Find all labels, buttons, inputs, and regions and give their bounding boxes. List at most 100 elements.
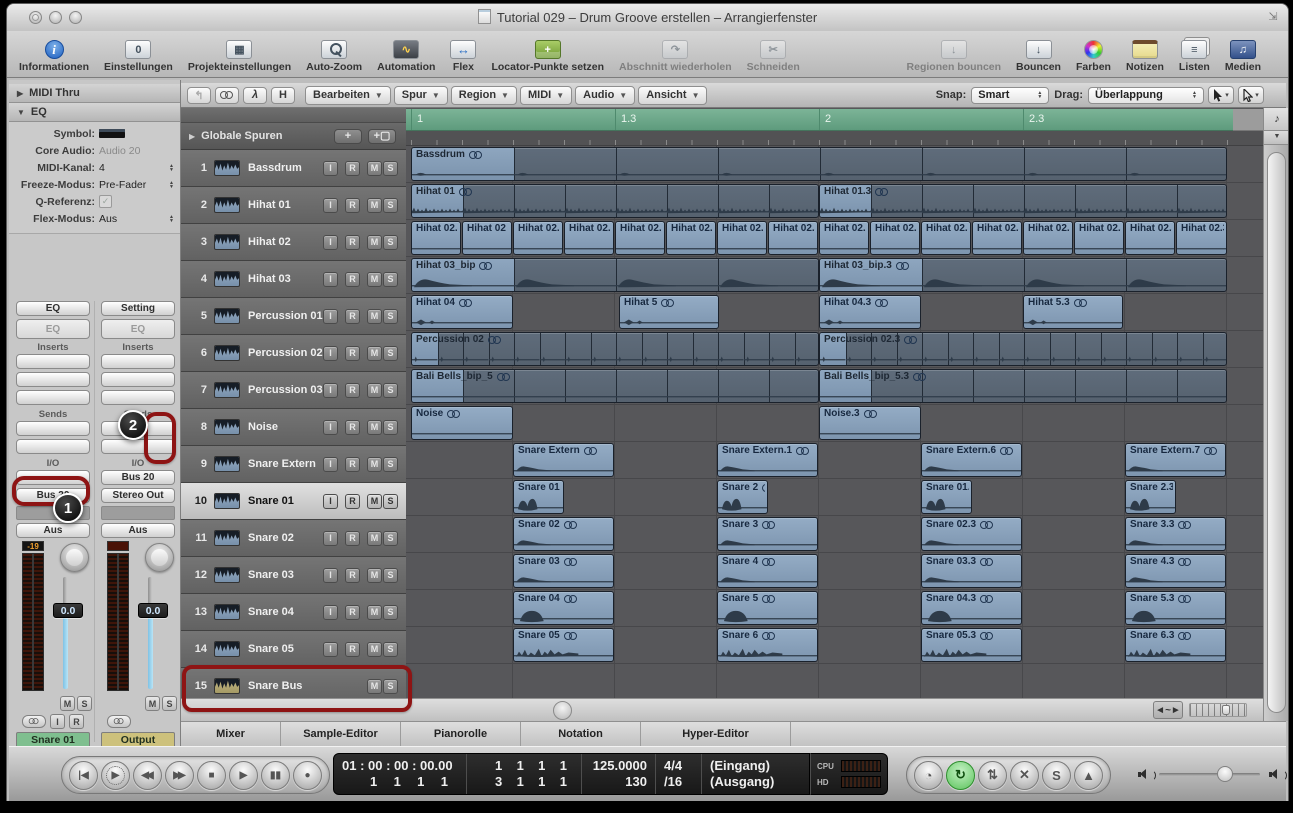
autopunch-button[interactable]: ⇅ xyxy=(978,760,1007,790)
volume-low-icon[interactable] xyxy=(1137,767,1156,781)
record-enable-button[interactable]: R xyxy=(345,234,360,250)
mute-button[interactable]: M xyxy=(367,456,382,472)
toolbar-item-colors[interactable]: Farben xyxy=(1076,40,1111,73)
rewind-button[interactable]: ◀◀ xyxy=(133,760,162,790)
region[interactable]: Snare Extern.7 xyxy=(1125,443,1226,477)
region[interactable]: Snare 02.3 xyxy=(921,517,1022,551)
menu-audio[interactable]: Audio ▼ xyxy=(575,85,636,105)
track-row[interactable]: 12 Snare 03 I R M S xyxy=(181,557,406,594)
region[interactable]: Snare 01. xyxy=(921,480,972,514)
mute-button[interactable]: M xyxy=(60,696,75,711)
input-monitor-button[interactable]: I xyxy=(323,382,338,398)
h-button[interactable]: H xyxy=(271,86,295,104)
record-enable-button[interactable]: R xyxy=(69,713,84,729)
record-enable-button[interactable]: R xyxy=(345,493,360,509)
menu-region[interactable]: Region ▼ xyxy=(450,85,517,105)
stepper-icon[interactable]: ▲ ▼ xyxy=(169,214,174,223)
lcd-smpte[interactable]: 01 : 00 : 00 : 00.00 1111 xyxy=(334,754,467,794)
tab-mixer[interactable]: Mixer xyxy=(181,722,281,746)
region[interactable]: Hihat 02.3 xyxy=(768,221,818,255)
region[interactable]: Bali Bells_bip_5.3 xyxy=(819,369,1227,403)
menu-midi[interactable]: MIDI ▼ xyxy=(519,85,573,105)
toolbar-item-notes[interactable]: Notizen xyxy=(1126,40,1164,73)
input-monitor-button[interactable]: I xyxy=(323,345,338,361)
solo-button[interactable]: S xyxy=(162,696,177,711)
mute-button[interactable]: M xyxy=(367,308,382,324)
region[interactable]: Snare 6 xyxy=(717,628,818,662)
region[interactable]: Snare 04 xyxy=(513,591,614,625)
zoom-slider[interactable] xyxy=(1189,703,1247,717)
region[interactable]: Hihat 02.3 xyxy=(921,221,971,255)
toolbar-item-bounce_r[interactable]: Regionen bouncen xyxy=(907,40,1001,73)
region[interactable]: Hihat 02.1 xyxy=(615,221,665,255)
param-row[interactable]: Symbol: xyxy=(9,125,180,142)
region[interactable]: Hihat 5.3 xyxy=(1023,295,1123,329)
mute-button[interactable]: M xyxy=(367,271,382,287)
scroll-arrow-icon[interactable]: ▼ xyxy=(1264,131,1288,145)
insert-slot[interactable]: · xyxy=(16,372,90,387)
mute-button[interactable]: M xyxy=(367,641,382,657)
solo-button[interactable]: S xyxy=(383,308,398,324)
input-monitor-button[interactable]: I xyxy=(323,419,338,435)
pause-button[interactable]: ▮▮ xyxy=(261,760,290,790)
input-slot[interactable]: Bus 20 xyxy=(101,470,175,485)
input-monitor-button[interactable]: I xyxy=(323,160,338,176)
go-to-begin-button[interactable]: |◀ xyxy=(69,760,98,790)
toolbar-item-locator[interactable]: Locator-Punkte setzen xyxy=(491,40,604,73)
toolbar-item-bounce[interactable]: Bouncen xyxy=(1016,40,1061,73)
record-enable-button[interactable]: R xyxy=(345,271,360,287)
vertical-scroll-thumb[interactable] xyxy=(1267,152,1286,713)
track-row[interactable]: 4 Hihat 03 I R M S xyxy=(181,261,406,298)
region[interactable]: Snare 2 xyxy=(717,480,768,514)
solo-button[interactable]: S xyxy=(383,641,398,657)
waveform-zoom-button[interactable]: ◄~► xyxy=(1153,701,1183,719)
input-monitor-button[interactable]: I xyxy=(323,456,338,472)
solo-button[interactable]: S xyxy=(383,160,398,176)
input-monitor-button[interactable]: I xyxy=(323,493,338,509)
track-row[interactable]: 14 Snare 05 I R M S xyxy=(181,631,406,668)
region[interactable]: Snare 05 xyxy=(513,628,614,662)
toolbar-item-flex[interactable]: Flex xyxy=(450,40,477,73)
region[interactable]: Snare 5.3 xyxy=(1125,591,1226,625)
toolbar-item-cut[interactable]: Schneiden xyxy=(747,40,800,73)
solo-button[interactable]: S xyxy=(383,345,398,361)
input-monitor-button[interactable]: I xyxy=(323,530,338,546)
region[interactable]: Hihat 02.3 xyxy=(1074,221,1124,255)
mute-button[interactable]: M xyxy=(367,234,382,250)
inspector-header-midi-thru[interactable]: ▶ MIDI Thru xyxy=(9,84,180,103)
stepper-icon[interactable]: ▲ ▼ xyxy=(169,163,174,172)
toolbar-item-project[interactable]: Projekteinstellungen xyxy=(188,40,291,73)
solo-lock-button[interactable]: S xyxy=(1042,760,1071,790)
track-row[interactable]: 3 Hihat 02 I R M S xyxy=(181,224,406,261)
eq-thumbnail[interactable]: EQ xyxy=(101,319,175,339)
input-monitor-button[interactable]: I xyxy=(323,234,338,250)
send-slot[interactable]: · xyxy=(16,421,90,436)
strip-header-button[interactable]: EQ xyxy=(16,301,90,316)
mute-button[interactable]: M xyxy=(145,696,160,711)
region[interactable]: Hihat 02.3 xyxy=(972,221,1022,255)
stepper-icon[interactable]: ▲ ▼ xyxy=(169,180,174,189)
tuner-button[interactable]: ◔ xyxy=(914,760,943,790)
region[interactable]: Percussion 02.3 xyxy=(819,332,1227,366)
region[interactable]: Snare 3 xyxy=(717,517,818,551)
solo-button[interactable]: S xyxy=(383,493,398,509)
track-row[interactable]: 10 Snare 01 I R M S xyxy=(181,483,406,520)
track-row[interactable]: 2 Hihat 01 I R M S xyxy=(181,187,406,224)
solo-button[interactable]: S xyxy=(383,419,398,435)
track-row[interactable]: 7 Percussion 03 I R M S xyxy=(181,372,406,409)
region[interactable]: Hihat 01.3 xyxy=(819,184,1227,218)
region[interactable]: Hihat 03_bip xyxy=(411,258,819,292)
inspector-header-eq[interactable]: ▼ EQ xyxy=(9,103,180,122)
region[interactable]: Noise xyxy=(411,406,513,440)
track-row[interactable]: 13 Snare 04 I R M S xyxy=(181,594,406,631)
tab-sample-editor[interactable]: Sample-Editor xyxy=(281,722,401,746)
lcd-position[interactable]: 1111 3111 xyxy=(467,754,582,794)
pan-knob[interactable] xyxy=(145,543,174,572)
volume-high-icon[interactable] xyxy=(1268,767,1287,781)
region[interactable]: Snare Extern.6 xyxy=(921,443,1022,477)
toolbar-item-info[interactable]: Informationen xyxy=(19,40,89,73)
region[interactable]: Snare 02 xyxy=(513,517,614,551)
mute-button[interactable]: M xyxy=(367,160,382,176)
track-row[interactable]: 9 Snare Extern I R M S xyxy=(181,446,406,483)
input-monitor-button[interactable]: I xyxy=(323,641,338,657)
